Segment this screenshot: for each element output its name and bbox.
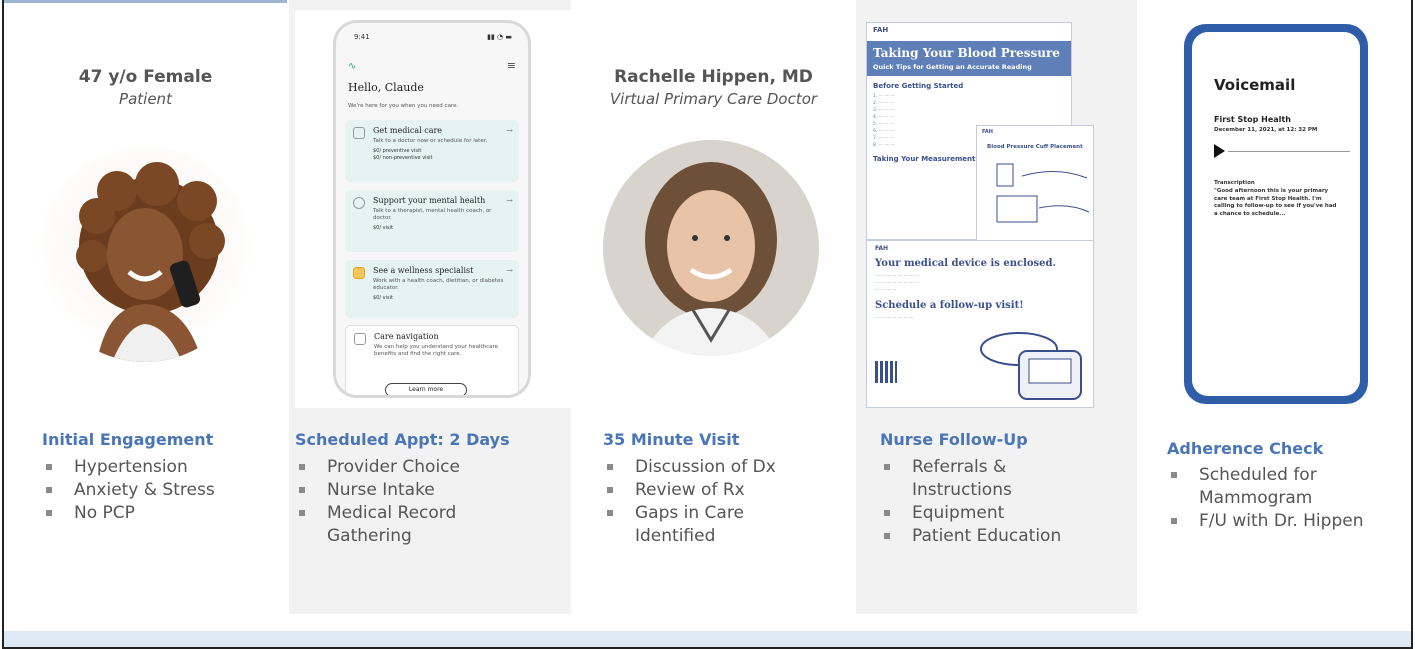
bullet-item: Nurse Intake [295, 479, 495, 502]
status-bar: 9:41 ▮▮ ◔ ▬ [354, 33, 512, 41]
step-heading: Adherence Check [1167, 439, 1324, 458]
voicemail-phone: Voicemail First Stop Health December 11,… [1184, 24, 1368, 404]
app-screenshot: 9:41 ▮▮ ◔ ▬ ∿ ≡ Hello, Claude We're here… [295, 10, 571, 408]
greeting: Hello, Claude [348, 81, 424, 94]
bullet-item: Anxiety & Stress [42, 479, 215, 502]
arm-cuff-illustration [996, 163, 1090, 223]
step-heading: 35 Minute Visit [603, 430, 740, 449]
step-heading: Nurse Follow-Up [880, 430, 1028, 449]
bullet-list: Provider Choice Nurse Intake Medical Rec… [295, 456, 495, 548]
voicemail-screen: Voicemail First Stop Health December 11,… [1192, 32, 1360, 396]
card-desc: Talk to a doctor now or schedule for lat… [373, 138, 488, 144]
bullet-list: Scheduled for Mammogram F/U with Dr. Hip… [1167, 464, 1363, 533]
bullet-item: Discussion of Dx [603, 456, 803, 479]
doctor-photo [603, 140, 819, 356]
bullet-item: Review of Rx [603, 479, 803, 502]
stethoscope-icon [353, 127, 365, 139]
card-mental-health[interactable]: → Support your mental health Talk to a t… [345, 190, 519, 252]
doctor-name: Rachelle Hippen, MD [614, 67, 813, 87]
step-heading: Scheduled Appt: 2 Days [295, 430, 510, 449]
voicemail-from: First Stop Health [1214, 115, 1291, 124]
bullet-item: Scheduled for Mammogram [1167, 464, 1337, 510]
voicemail-date: December 11, 2021, at 12: 32 PM [1214, 127, 1318, 133]
head-icon [353, 197, 365, 209]
playback-scrubber[interactable] [1228, 151, 1350, 152]
transcription-text: "Good afternoon this is your primary car… [1214, 188, 1337, 217]
bullet-item: F/U with Dr. Hippen [1167, 510, 1363, 533]
column-initial-engagement: 47 y/o Female Patient Initial Engagement… [4, 0, 287, 614]
card-price: $0/ preventive visit $0/ non-preventive v… [373, 148, 433, 161]
bullet-item: Patient Education [880, 525, 1061, 548]
bullet-item: No PCP [42, 502, 215, 525]
bullet-list: Discussion of Dx Review of Rx Gaps in Ca… [603, 456, 803, 548]
card-subheading: Schedule a follow-up visit! [875, 300, 1024, 311]
sheet-section: Before Getting Started [873, 82, 964, 90]
bullet-list: Referrals & Instructions Equipment Patie… [880, 456, 1061, 548]
bullet-item: Medical Record Gathering [295, 502, 495, 548]
card-care-navigation[interactable]: Care navigation We can help you understa… [345, 325, 519, 395]
voicemail-title: Voicemail [1214, 76, 1296, 94]
patient-role: Patient [119, 90, 172, 108]
card-desc: We can help you understand your healthca… [374, 344, 499, 357]
bullet-item: Hypertension [42, 456, 215, 479]
cuff-title: Blood Pressure Cuff Placement [987, 144, 1083, 150]
card-heading: Your medical device is enclosed. [875, 258, 1057, 269]
patient-photo [37, 146, 253, 362]
heartbeat-logo-icon: ∿ [348, 61, 357, 72]
card-price: $0/ visit [373, 295, 393, 301]
cuff-placement-sheet: FAH Blood Pressure Cuff Placement [976, 125, 1094, 241]
arrow-right-icon: → [506, 126, 513, 135]
menu-icon[interactable]: ≡ [507, 59, 516, 72]
bullet-list: Hypertension Anxiety & Stress No PCP [42, 456, 215, 525]
wellness-icon [353, 267, 365, 279]
phone-mockup: 9:41 ▮▮ ◔ ▬ ∿ ≡ Hello, Claude We're here… [333, 20, 531, 398]
transcription-label: Transcription [1214, 180, 1255, 186]
bullet-item: Equipment [880, 502, 1061, 525]
device-enclosed-card: FAH Your medical device is enclosed. ···… [866, 240, 1094, 408]
sheet-title: Taking Your Blood Pressure [873, 46, 1060, 60]
card-title: Support your mental health [373, 196, 486, 205]
card-desc: Talk to a therapist, mental health coach… [373, 208, 492, 221]
qr-code-icon [875, 361, 897, 383]
arrow-right-icon: → [506, 196, 513, 205]
column-visit: Rachelle Hippen, MD Virtual Primary Care… [573, 0, 854, 614]
bp-monitor-icon [980, 332, 1082, 400]
card-get-medical-care[interactable]: → Get medical care Talk to a doctor now … [345, 120, 519, 182]
clock: 9:41 [354, 33, 370, 41]
column-nurse-follow-up: FAH Taking Your Blood Pressure Quick Tip… [856, 0, 1137, 614]
bullet-item: Provider Choice [295, 456, 495, 479]
step-heading: Initial Engagement [42, 430, 214, 449]
learn-more-button[interactable]: Learn more [385, 383, 467, 395]
bullet-item: Gaps in Care Identified [603, 502, 803, 548]
doctor-role: Virtual Primary Care Doctor [609, 90, 818, 108]
sheet-logo: FAH [873, 26, 889, 34]
document-icon [354, 333, 366, 345]
greeting-subtitle: We're here for you when you need care. [348, 103, 459, 109]
card-title: Care navigation [374, 332, 439, 341]
signal-battery-icon: ▮▮ ◔ ▬ [487, 33, 512, 41]
bullet-item: Referrals & Instructions [880, 456, 1060, 502]
arrow-right-icon: → [506, 266, 513, 275]
play-icon[interactable] [1214, 144, 1225, 158]
card-price: $0/ visit [373, 225, 393, 231]
card-wellness-specialist[interactable]: → See a wellness specialist Work with a … [345, 260, 519, 318]
care-journey-slide: 47 y/o Female Patient Initial Engagement… [2, 0, 1413, 649]
footer-band [4, 631, 1411, 647]
card-title: See a wellness specialist [373, 266, 474, 275]
sheet-subtitle: Quick Tips for Getting an Accurate Readi… [873, 63, 1032, 71]
card-desc: Work with a health coach, dietitian, or … [373, 278, 504, 291]
patient-name: 47 y/o Female [78, 67, 213, 87]
card-title: Get medical care [373, 126, 443, 135]
